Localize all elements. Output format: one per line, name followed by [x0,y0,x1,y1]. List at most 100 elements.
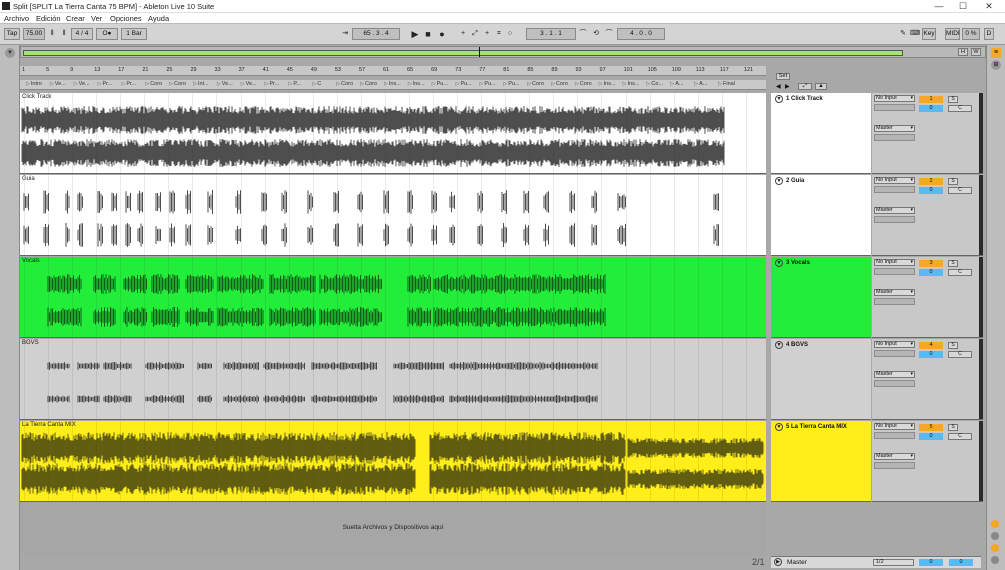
locator-20[interactable]: Pu... [503,81,519,87]
time-signature-field[interactable]: 4 / 4 [71,28,93,40]
menu-ayuda[interactable]: Ayuda [148,14,169,23]
track-fold-icon[interactable]: ▼ [775,95,783,103]
locator-10[interactable]: Pr... [265,81,280,87]
metronome-button[interactable]: O● [96,28,118,40]
input-type-select[interactable]: No Input [874,95,915,102]
locator-8[interactable]: Ve... [217,81,233,87]
track-lane-1[interactable]: Click Track [20,93,766,174]
punch-out-icon[interactable]: ⌒ [604,29,614,39]
browser-toggle-icon[interactable]: ▼ [5,48,15,58]
cue-button[interactable]: C [948,351,972,358]
locator-13[interactable]: Coro [336,81,353,87]
master-volume[interactable]: 0 [919,559,943,566]
track-lane-4[interactable]: BGVS [20,339,766,420]
input-channel-select[interactable] [874,432,915,439]
locator-strip[interactable]: Intro Ve... Ve... Pr... Pr... Coro Coro Int... V… [20,80,766,90]
arrangement-view-icon[interactable]: ≡ [991,48,1001,58]
track-activator-button[interactable]: 5 [919,424,943,431]
session-record-icon[interactable]: + [482,29,492,39]
locator-9[interactable]: Ve... [241,81,257,87]
locator-11[interactable]: P... [289,81,301,87]
locator-1[interactable]: Ve... [50,81,66,87]
menu-archivo[interactable]: Archivo [4,14,29,23]
locator-6[interactable]: Coro [169,81,186,87]
cue-button[interactable]: C [948,269,972,276]
track-lane-2[interactable]: Guia [20,175,766,256]
locator-26[interactable]: Co... [647,81,663,87]
locator-27[interactable]: A... [670,81,683,87]
quantize-select[interactable]: 1 Bar [121,28,147,40]
output-type-select[interactable]: Master [874,371,915,378]
draw-mode-icon[interactable]: ✎ [898,29,908,39]
song-position-field[interactable]: 65 . 3 . 4 [352,28,400,40]
track-volume[interactable]: 0 [919,433,943,440]
cue-button[interactable]: C [948,433,972,440]
master-fold-icon[interactable]: ▶ [774,558,782,566]
locator-5[interactable]: Coro [145,81,162,87]
track-fold-icon[interactable]: ▼ [775,177,783,185]
solo-button[interactable]: S [948,342,958,349]
locator-21[interactable]: Coro [527,81,544,87]
overdub-icon[interactable]: + [458,29,468,39]
lock-icon[interactable]: ▲ [815,83,827,90]
track-volume[interactable]: 0 [919,105,943,112]
tap-button[interactable]: Tap [4,28,20,40]
menu-crear[interactable]: Crear [66,14,85,23]
input-type-select[interactable]: No Input [874,177,915,184]
locator-19[interactable]: Pu... [479,81,495,87]
locator-23[interactable]: Coro [575,81,592,87]
prev-locator-icon[interactable]: ◀ [776,83,781,90]
track-name[interactable]: 1 Click Track [786,96,823,102]
solo-button[interactable]: S [948,260,958,267]
automation-arm-icon[interactable]: ⤢ [470,29,480,39]
unfold-tracks-icon[interactable]: ⤢ [798,83,812,90]
capture-icon[interactable]: ⌗ [494,29,504,39]
track-fold-icon[interactable]: ▼ [775,341,783,349]
menu-edicion[interactable]: Edición [36,14,61,23]
locator-7[interactable]: Int... [193,81,209,87]
input-channel-select[interactable] [874,186,915,193]
master-pan[interactable]: 0 [949,559,973,566]
locator-2[interactable]: Ve... [74,81,90,87]
output-type-select[interactable]: Master [874,453,915,460]
midi-map-button[interactable]: MIDI [945,28,960,40]
beat-time-ruler[interactable]: 1 5 9 13 17 21 25 29 33 37 41 45 49 53 57 61 65 69 73 77 81 8… [20,66,766,76]
track-volume[interactable]: 0 [919,187,943,194]
track-name[interactable]: 5 La Tierra Canta MIX [786,424,847,430]
track-fold-icon[interactable]: ▼ [775,423,783,431]
track-volume[interactable]: 0 [919,269,943,276]
arrangement-overview[interactable]: H W [20,46,986,58]
track-header-2[interactable]: ▼ 2 Guia [771,175,871,256]
track-header-4[interactable]: ▼ 4 BGVS [771,339,871,420]
track-lane-3[interactable]: Vocals [20,257,766,338]
follow-icon[interactable]: ⇥ [340,29,350,39]
locator-16[interactable]: Ins... [408,81,425,87]
stop-icon[interactable]: ■ [423,29,433,39]
input-type-select[interactable]: No Input [874,341,915,348]
tempo-field[interactable]: 75.00 [23,28,45,40]
record-icon[interactable]: ● [437,29,447,39]
locator-15[interactable]: Ins... [384,81,401,87]
track-name[interactable]: 4 BGVS [786,342,808,348]
output-type-select[interactable]: Master [874,289,915,296]
loop-length-field[interactable]: 4 . 0 . 0 [617,28,665,40]
track-name[interactable]: 2 Guia [786,178,804,184]
maximize-button[interactable]: ☐ [954,1,972,12]
close-button[interactable]: ✕ [980,1,998,12]
input-channel-select[interactable] [874,268,915,275]
menu-opciones[interactable]: Opciones [110,14,142,23]
loop-switch-icon[interactable]: ⟲ [591,29,601,39]
locator-3[interactable]: Pr... [98,81,112,87]
track-lane-5[interactable]: La Tierra Canta MIX [20,421,766,502]
locator-0[interactable]: Intro [26,81,42,87]
nudge-icon[interactable]: ⦀ [47,29,57,39]
locator-12[interactable]: C [312,81,321,87]
drop-zone[interactable]: Suelta Archivos y Dispositivos aquí [20,502,766,556]
locator-28[interactable]: A... [694,81,707,87]
key-map-button[interactable]: Key [922,28,936,40]
master-output-select[interactable]: 1/2 [873,559,914,566]
crossfader-toggle-icon[interactable] [991,556,999,564]
output-channel-select[interactable] [874,298,915,305]
track-name[interactable]: 3 Vocals [786,260,810,266]
track-fold-icon[interactable]: ▼ [775,259,783,267]
